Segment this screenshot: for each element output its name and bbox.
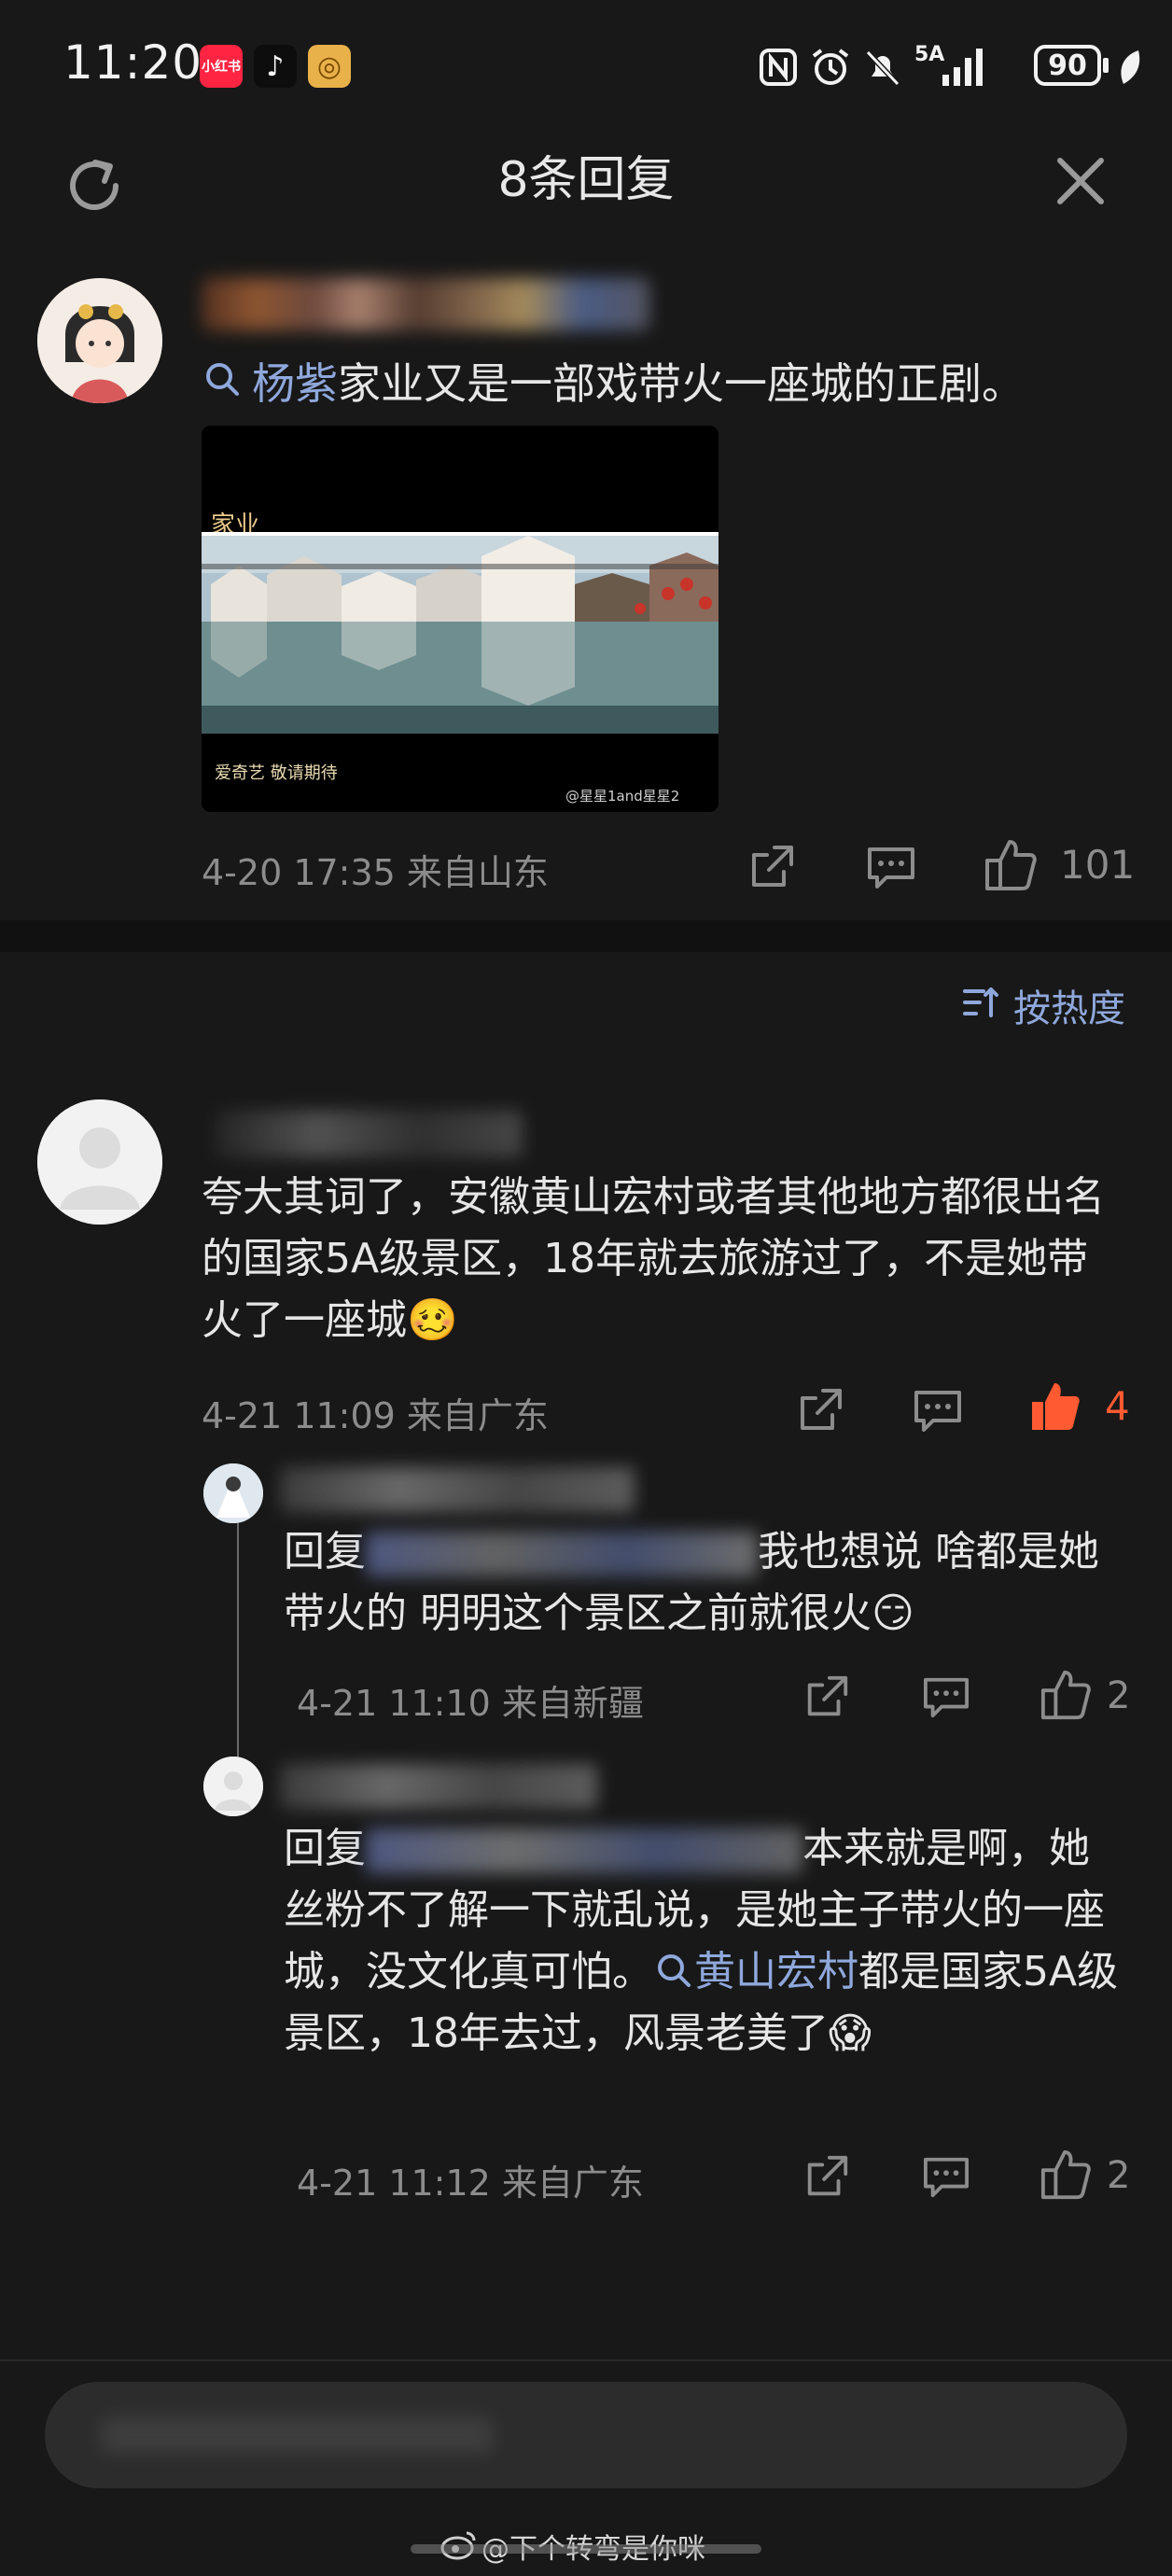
author-name-blurred[interactable] [202, 278, 649, 330]
reply2-topic-tag[interactable]: 黄山宏村 [653, 1948, 858, 1995]
share-icon[interactable] [746, 842, 797, 892]
author-avatar[interactable] [37, 278, 162, 403]
video-watermark: @星星1and星星2 [565, 788, 680, 805]
home-indicator [411, 2544, 761, 2554]
bottom-divider [0, 2359, 1172, 2361]
reply2-search-icon [658, 1954, 691, 1987]
comment-reply-icon[interactable] [913, 1387, 963, 1434]
sort-button[interactable]: 按热度 [1013, 978, 1125, 1032]
sort-icon[interactable] [961, 984, 1000, 1021]
reply2-text: 回复 本来就是啊，她丝粉不了解一下就乱说，是她主子带火的一座城，没文化真可怕。 黄山… [284, 1825, 1119, 2057]
status-time: 11:20 [63, 35, 203, 90]
comment-like-icon-active[interactable] [1028, 1379, 1082, 1434]
reply1-like-count: 2 [1107, 1674, 1131, 1717]
reply2-like-icon[interactable] [1039, 2149, 1092, 2201]
comment-timestamp: 4-21 11:09 来自广东 [202, 1395, 549, 1436]
video-caption: 爱奇艺 敬请期待 [215, 763, 338, 783]
video-overlay-line [202, 532, 719, 536]
post-timestamp: 4-20 17:35 来自山东 [202, 852, 549, 893]
comment-text: 夸大其词了，安徽黄山宏村或者其他地方都很出名的国家5A级景区，18年就去旅游过了… [202, 1173, 1105, 1344]
reply2-avatar[interactable] [203, 1757, 263, 1816]
close-icon[interactable] [1054, 155, 1107, 207]
leaf-icon [1121, 50, 1140, 84]
section-divider [0, 920, 1172, 952]
nfc-icon [760, 49, 797, 86]
post-text: 杨紫家业又是一部戏带火一座城的正剧。 [252, 358, 1025, 409]
app-icon: ◎ [308, 45, 351, 88]
thread-line [237, 1503, 239, 1792]
search-icon [206, 363, 239, 396]
reply1-comment-icon[interactable] [922, 1674, 970, 1719]
like-icon[interactable] [984, 838, 1038, 892]
commenter-name-blurred[interactable] [215, 1111, 523, 1157]
reply2-comment-icon[interactable] [922, 2154, 970, 2199]
battery-indicator: 90 [1034, 45, 1101, 86]
reply1-mention-blurred[interactable] [366, 1532, 758, 1576]
reply-input-placeholder-blurred [101, 2417, 493, 2453]
commenter-avatar[interactable] [37, 1099, 162, 1225]
reply1-text: 回复 我也想说 啥都是她带火的 明明这个景区之前就很火😏 [284, 1528, 1099, 1637]
xiaohongshu-app-icon: 小红书 [200, 45, 243, 88]
reply1-like-icon[interactable] [1039, 1669, 1092, 1721]
comment-icon[interactable] [866, 844, 916, 890]
post-like-count: 101 [1060, 842, 1136, 888]
comment-share-icon[interactable] [795, 1385, 845, 1435]
reply2-share-icon[interactable] [802, 2152, 851, 2201]
reply2-like-count: 2 [1107, 2154, 1131, 2197]
reply1-author-blurred[interactable] [280, 1467, 635, 1512]
reply1-share-icon[interactable] [802, 1673, 851, 1721]
douyin-app-icon: ♪ [254, 45, 297, 88]
page-title: 8条回复 [497, 152, 675, 208]
comment-like-count: 4 [1105, 1383, 1130, 1429]
signal-icon [942, 49, 983, 86]
topic-tag[interactable]: 杨紫 [252, 358, 338, 409]
reply2-mention-blurred[interactable] [366, 1828, 802, 1873]
reply1-timestamp: 4-21 11:10 来自新疆 [297, 1683, 644, 1724]
alarm-icon [812, 49, 849, 85]
video-thumbnail[interactable]: 家业 爱奇艺 敬请期待 @星星1and星星2 [202, 426, 719, 812]
mute-icon [865, 49, 900, 87]
reply-input[interactable] [45, 2382, 1127, 2488]
battery-tip [1103, 58, 1109, 73]
reply1-avatar[interactable] [203, 1463, 263, 1523]
reply2-author-blurred[interactable] [280, 1764, 597, 1809]
reply2-timestamp: 4-21 11:12 来自广东 [297, 2163, 644, 2204]
